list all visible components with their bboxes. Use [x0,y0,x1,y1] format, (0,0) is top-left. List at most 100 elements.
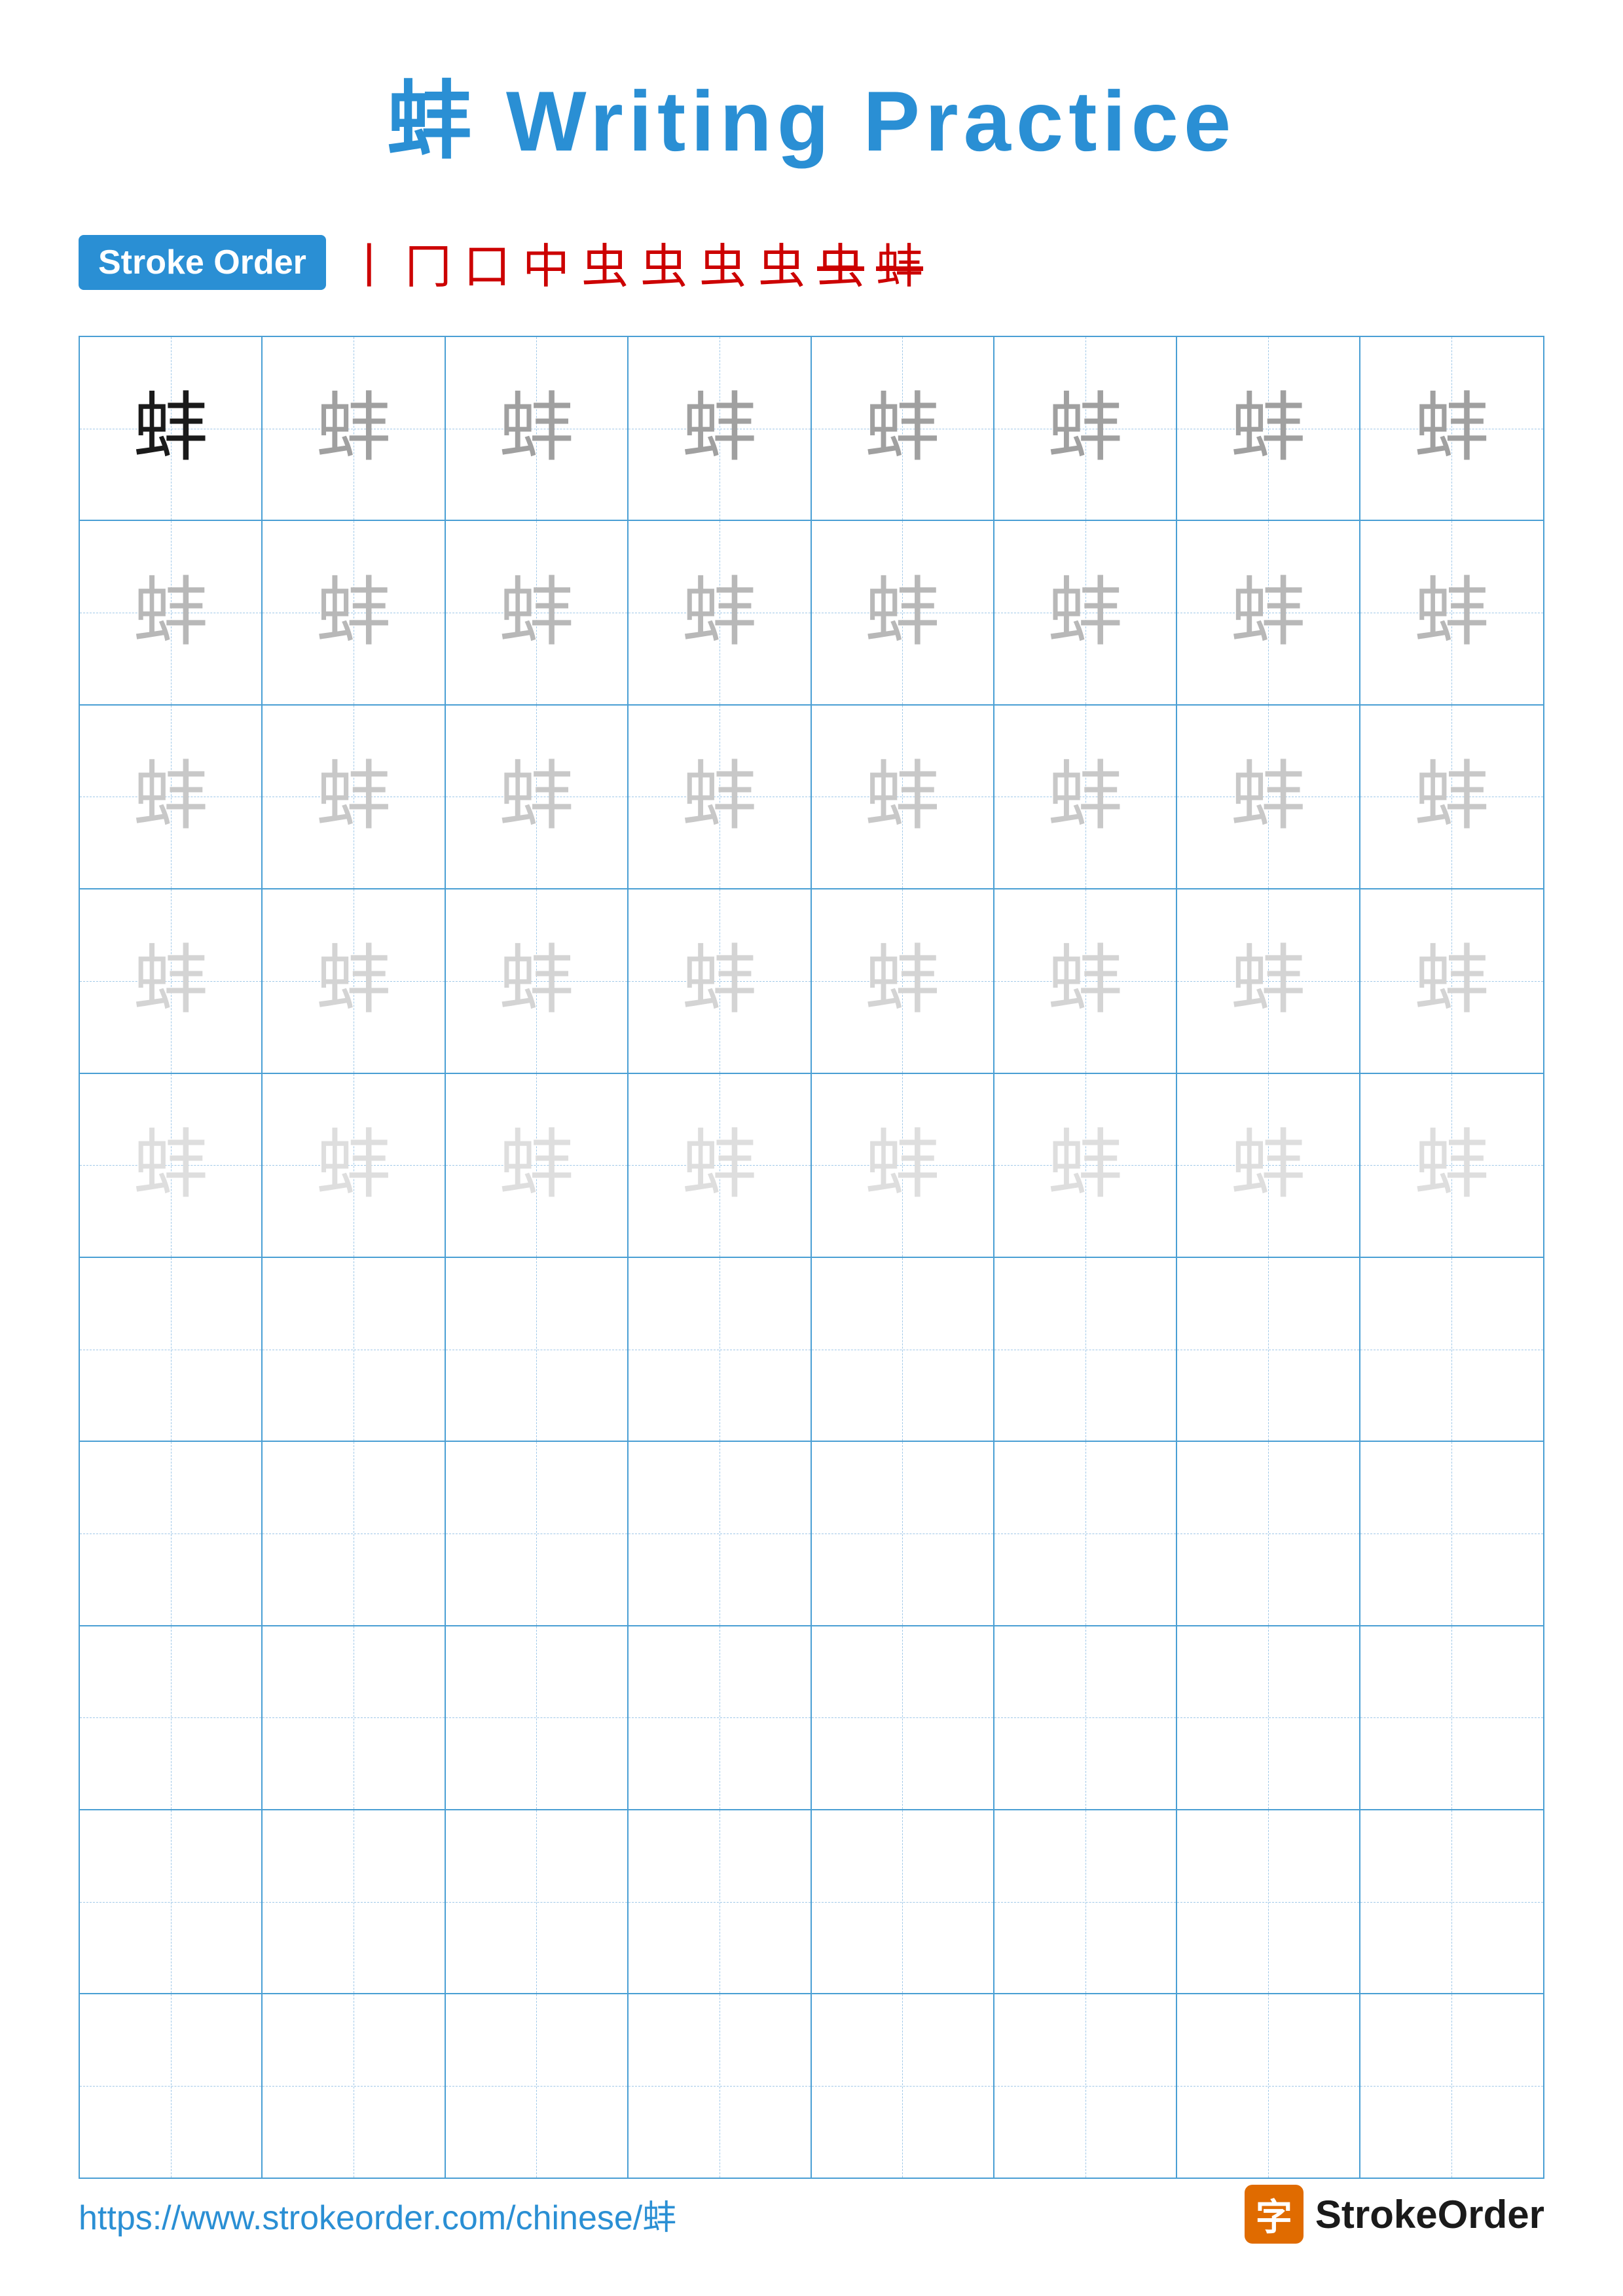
grid-cell-9-5[interactable] [812,1810,994,1993]
grid-cell-6-8[interactable] [1360,1258,1543,1441]
grid-cell-6-5[interactable] [812,1258,994,1441]
grid-cell-2-1: 蚌 [80,521,263,704]
grid-cell-5-3: 蚌 [446,1074,629,1257]
grid-row-4: 蚌 蚌 蚌 蚌 蚌 蚌 蚌 蚌 [80,889,1543,1073]
stroke-step-9: 虫 [817,228,864,296]
char-practice: 蚌 [1048,575,1123,651]
grid-cell-9-8[interactable] [1360,1810,1543,1993]
grid-cell-3-3: 蚌 [446,706,629,888]
char-practice: 蚌 [499,759,574,834]
grid-cell-8-2[interactable] [263,1626,445,1809]
char-practice: 蚌 [682,391,757,466]
grid-cell-1-8: 蚌 [1360,337,1543,520]
grid-cell-1-7: 蚌 [1177,337,1360,520]
grid-cell-10-2[interactable] [263,1994,445,2177]
grid-cell-9-7[interactable] [1177,1810,1360,1993]
grid-cell-3-5: 蚌 [812,706,994,888]
practice-grid: 蚌 蚌 蚌 蚌 蚌 蚌 蚌 蚌 [79,336,1544,2179]
grid-cell-4-1: 蚌 [80,889,263,1072]
grid-cell-2-8: 蚌 [1360,521,1543,704]
char-practice: 蚌 [682,943,757,1018]
grid-cell-10-4[interactable] [629,1994,811,2177]
grid-cell-7-5[interactable] [812,1442,994,1624]
grid-row-8 [80,1626,1543,1810]
footer-logo-text: StrokeOrder [1315,2192,1544,2237]
grid-cell-7-8[interactable] [1360,1442,1543,1624]
char-practice: 蚌 [1414,1128,1489,1203]
grid-cell-6-7[interactable] [1177,1258,1360,1441]
grid-cell-5-1: 蚌 [80,1074,263,1257]
grid-row-5: 蚌 蚌 蚌 蚌 蚌 蚌 蚌 蚌 [80,1074,1543,1258]
grid-cell-9-6[interactable] [994,1810,1177,1993]
grid-cell-9-1[interactable] [80,1810,263,1993]
grid-cell-10-5[interactable] [812,1994,994,2177]
grid-cell-7-3[interactable] [446,1442,629,1624]
grid-cell-6-1[interactable] [80,1258,263,1441]
char-practice: 蚌 [682,1128,757,1203]
grid-cell-10-3[interactable] [446,1994,629,2177]
grid-cell-8-5[interactable] [812,1626,994,1809]
grid-cell-8-7[interactable] [1177,1626,1360,1809]
grid-cell-6-3[interactable] [446,1258,629,1441]
grid-cell-5-5: 蚌 [812,1074,994,1257]
stroke-step-8: 虫 [758,228,805,296]
char-practice: 蚌 [499,1128,574,1203]
grid-cell-2-2: 蚌 [263,521,445,704]
char-practice: 蚌 [1230,575,1305,651]
grid-cell-3-6: 蚌 [994,706,1177,888]
grid-row-6 [80,1258,1543,1442]
stroke-step-7: 虫 [699,228,746,296]
footer-url[interactable]: https://www.strokeorder.com/chinese/蚌 [79,2190,676,2239]
page: 蚌 Writing Practice Stroke Order 丨 冂 口 中 … [0,0,1623,2296]
grid-cell-10-7[interactable] [1177,1994,1360,2177]
grid-cell-10-1[interactable] [80,1994,263,2177]
grid-cell-7-2[interactable] [263,1442,445,1624]
grid-cell-9-3[interactable] [446,1810,629,1993]
char-practice: 蚌 [865,943,940,1018]
char-practice: 蚌 [1414,759,1489,834]
char-practice: 蚌 [316,575,392,651]
grid-cell-8-3[interactable] [446,1626,629,1809]
char-practice: 蚌 [499,575,574,651]
grid-row-1: 蚌 蚌 蚌 蚌 蚌 蚌 蚌 蚌 [80,337,1543,521]
char-practice: 蚌 [865,391,940,466]
grid-cell-5-2: 蚌 [263,1074,445,1257]
grid-cell-9-2[interactable] [263,1810,445,1993]
grid-cell-4-3: 蚌 [446,889,629,1072]
grid-cell-5-4: 蚌 [629,1074,811,1257]
grid-cell-4-6: 蚌 [994,889,1177,1072]
grid-cell-9-4[interactable] [629,1810,811,1993]
grid-cell-8-6[interactable] [994,1626,1177,1809]
grid-cell-6-6[interactable] [994,1258,1177,1441]
grid-cell-8-1[interactable] [80,1626,263,1809]
grid-cell-1-6: 蚌 [994,337,1177,520]
stroke-step-10: 蚌 [876,228,923,296]
grid-cell-5-8: 蚌 [1360,1074,1543,1257]
char-practice: 蚌 [865,1128,940,1203]
grid-cell-3-2: 蚌 [263,706,445,888]
char-reference: 蚌 [133,391,208,466]
grid-cell-4-8: 蚌 [1360,889,1543,1072]
grid-cell-10-8[interactable] [1360,1994,1543,2177]
char-practice: 蚌 [1048,943,1123,1018]
grid-cell-6-2[interactable] [263,1258,445,1441]
grid-cell-10-6[interactable] [994,1994,1177,2177]
grid-cell-7-4[interactable] [629,1442,811,1624]
footer-logo: 字 StrokeOrder [1245,2185,1544,2244]
grid-cell-7-7[interactable] [1177,1442,1360,1624]
char-practice: 蚌 [499,391,574,466]
grid-cell-2-5: 蚌 [812,521,994,704]
grid-cell-4-5: 蚌 [812,889,994,1072]
grid-cell-8-4[interactable] [629,1626,811,1809]
char-practice: 蚌 [865,759,940,834]
grid-cell-7-6[interactable] [994,1442,1177,1624]
grid-cell-7-1[interactable] [80,1442,263,1624]
char-practice: 蚌 [1230,759,1305,834]
grid-cell-3-4: 蚌 [629,706,811,888]
char-practice: 蚌 [1048,759,1123,834]
grid-cell-8-8[interactable] [1360,1626,1543,1809]
grid-cell-5-7: 蚌 [1177,1074,1360,1257]
char-practice: 蚌 [1048,391,1123,466]
footer: https://www.strokeorder.com/chinese/蚌 字 … [79,2185,1544,2244]
grid-cell-6-4[interactable] [629,1258,811,1441]
